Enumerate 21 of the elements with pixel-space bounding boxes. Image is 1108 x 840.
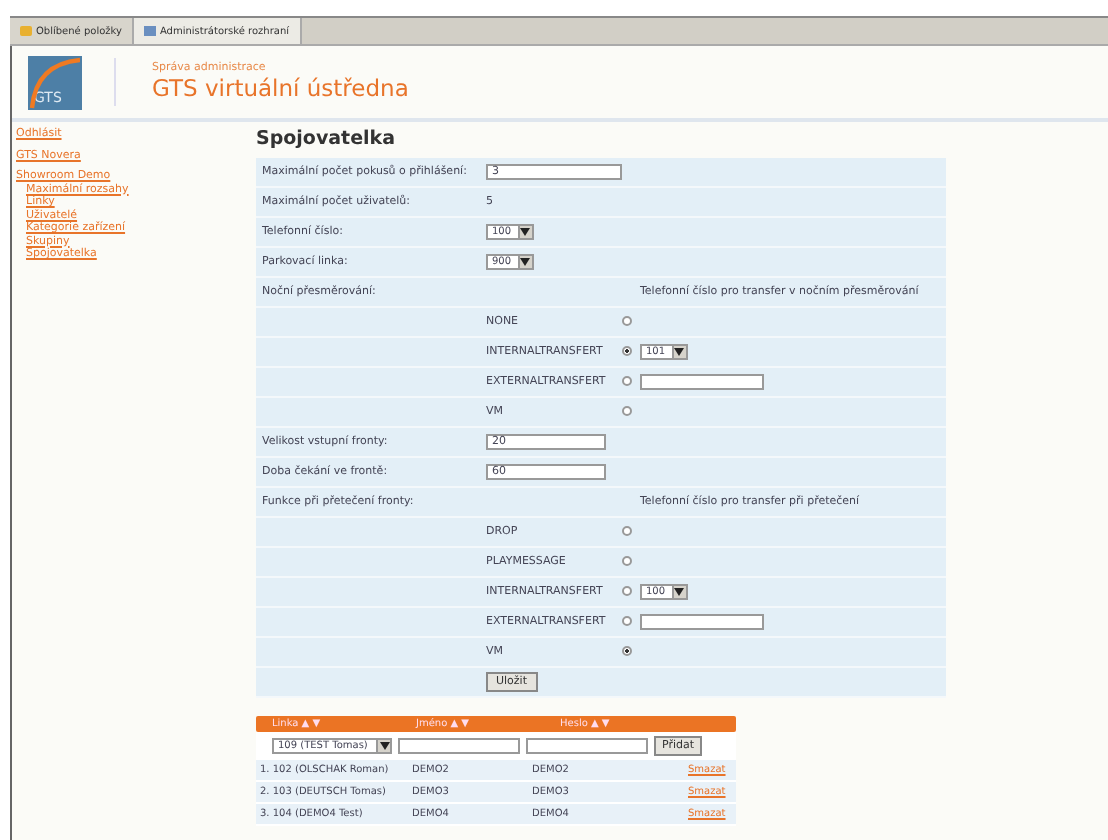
dropdown-arrow-icon bbox=[517, 226, 532, 238]
page-icon bbox=[143, 26, 156, 36]
radio-button[interactable] bbox=[622, 555, 632, 565]
dropdown-arrow-icon bbox=[671, 346, 686, 358]
radio-button[interactable] bbox=[622, 615, 632, 625]
input-field[interactable] bbox=[640, 614, 764, 630]
input-field[interactable] bbox=[526, 738, 648, 754]
radio-button[interactable] bbox=[622, 345, 632, 355]
radio-button[interactable] bbox=[622, 315, 632, 325]
radio-button[interactable] bbox=[622, 645, 632, 655]
radio-button[interactable] bbox=[622, 585, 632, 595]
input-field[interactable] bbox=[398, 738, 520, 754]
radio-button[interactable] bbox=[622, 405, 632, 415]
radio-button[interactable] bbox=[622, 375, 632, 385]
dropdown-arrow-icon bbox=[517, 256, 532, 268]
radio-button[interactable] bbox=[622, 525, 632, 535]
page-title: Spojovatelka bbox=[256, 128, 398, 150]
header-title: GTS virtuální ústředna bbox=[152, 74, 409, 102]
dropdown-arrow-icon bbox=[376, 740, 390, 752]
dropdown-arrow-icon bbox=[671, 586, 686, 598]
input-field[interactable] bbox=[640, 374, 764, 390]
